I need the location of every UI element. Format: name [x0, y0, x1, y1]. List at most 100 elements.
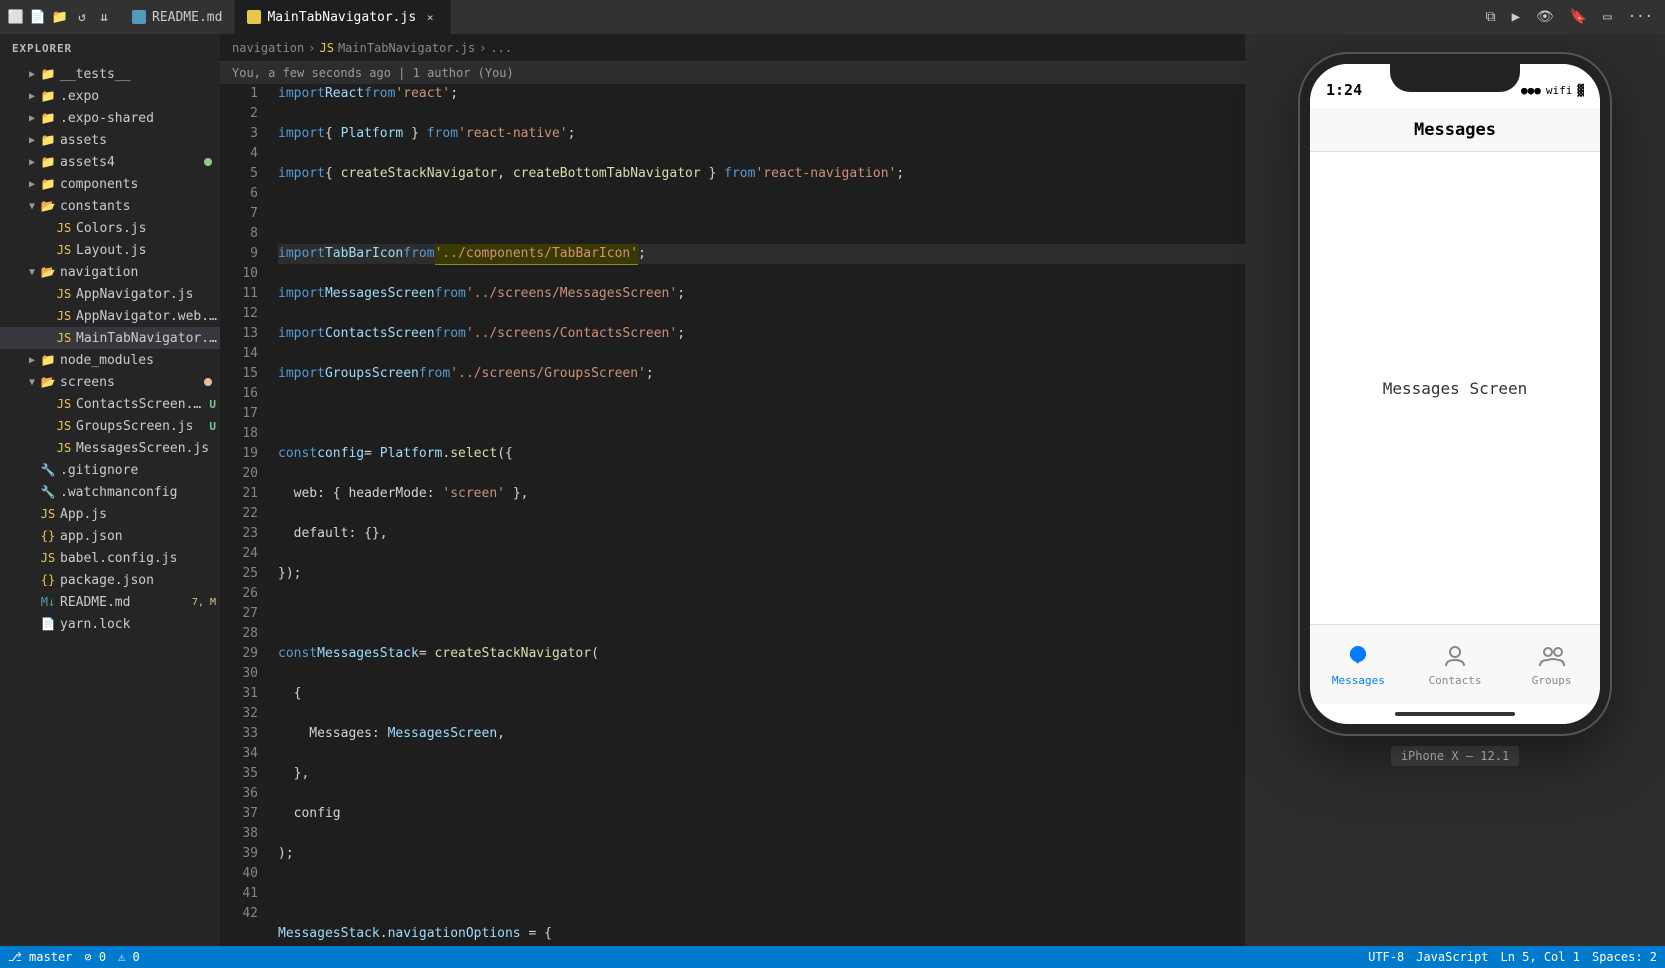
messages-tab-icon: [1344, 642, 1372, 670]
json-file-icon: {}: [40, 528, 56, 544]
js-file-icon: JS: [56, 242, 72, 258]
sidebar-item-label: MessagesScreen.js: [76, 441, 220, 456]
sidebar-item-tests[interactable]: ▶ 📁 __tests__: [0, 63, 220, 85]
sidebar-item-label: screens: [60, 375, 204, 390]
sidebar-item-groups-screen[interactable]: JS GroupsScreen.js U: [0, 415, 220, 437]
folder-icon: 📁: [40, 176, 56, 192]
preview-icon[interactable]: 👁: [1532, 9, 1558, 25]
toggle-panel-icon[interactable]: ▭: [1599, 9, 1615, 25]
collapse-icon[interactable]: ⇊: [96, 9, 112, 25]
sidebar-item-colors[interactable]: JS Colors.js: [0, 217, 220, 239]
sidebar-item-gitignore[interactable]: 🔧 .gitignore: [0, 459, 220, 481]
js-file-icon: JS: [56, 308, 72, 324]
arrow-spacer: [40, 286, 56, 302]
arrow-icon: ▶: [24, 176, 40, 192]
arrow-spacer: [24, 462, 40, 478]
sidebar-item-label: .gitignore: [60, 463, 220, 478]
sidebar-item-app-json[interactable]: {} app.json: [0, 525, 220, 547]
breadcrumb-sep2: ›: [479, 41, 486, 55]
arrow-spacer: [40, 242, 56, 258]
sidebar-item-label: babel.config.js: [60, 551, 220, 566]
git-status-dot: [204, 158, 212, 166]
git-info-bar: You, a few seconds ago | 1 author (You): [220, 62, 1245, 84]
arrow-spacer: [40, 396, 56, 412]
phone-tab-groups[interactable]: Groups: [1503, 642, 1600, 687]
sidebar-item-assets[interactable]: ▶ 📁 assets: [0, 129, 220, 151]
js-file-icon: JS: [56, 396, 72, 412]
sidebar-item-layout[interactable]: JS Layout.js: [0, 239, 220, 261]
phone-frame: 1:24 ●●● wifi ▓ Messages Messages Screen: [1300, 54, 1610, 734]
sidebar-item-screens[interactable]: ▼ 📂 screens: [0, 371, 220, 393]
new-file-icon[interactable]: 📄: [30, 9, 46, 25]
phone-tab-messages[interactable]: Messages: [1310, 642, 1407, 687]
more-icon[interactable]: ···: [1624, 9, 1657, 25]
groups-tab-icon: [1538, 642, 1566, 670]
breadcrumb-bar: navigation › JS MainTabNavigator.js › ..…: [220, 34, 1245, 62]
sidebar-item-label: assets4: [60, 155, 204, 170]
tab-maintabnavigator[interactable]: MainTabNavigator.js ×: [235, 0, 451, 34]
sidebar-item-expo[interactable]: ▶ 📁 .expo: [0, 85, 220, 107]
tab-close-button[interactable]: ×: [422, 9, 438, 25]
sidebar-item-label: ContactsScreen.js: [76, 397, 201, 412]
arrow-icon: ▶: [24, 352, 40, 368]
code-editor[interactable]: 12345 678910 1112131415 1617181920 21222…: [220, 84, 1245, 946]
sidebar-item-watchmanconfig[interactable]: 🔧 .watchmanconfig: [0, 481, 220, 503]
sidebar-item-assets4[interactable]: ▶ 📁 assets4: [0, 151, 220, 173]
git-blame-text: You, a few seconds ago | 1 author (You): [232, 66, 514, 80]
sidebar-item-appnavigator[interactable]: JS AppNavigator.js: [0, 283, 220, 305]
sidebar-item-app[interactable]: JS App.js: [0, 503, 220, 525]
tab-readme[interactable]: README.md: [120, 0, 235, 34]
arrow-spacer: [24, 506, 40, 522]
arrow-icon: ▼: [24, 198, 40, 214]
title-bar-icons: ⬜ 📄 📁 ↺ ⇊: [8, 9, 112, 25]
sidebar-item-label: components: [60, 177, 220, 192]
arrow-spacer: [24, 528, 40, 544]
sidebar-item-yarn-lock[interactable]: 📄 yarn.lock: [0, 613, 220, 635]
phone-screen-title: Messages: [1414, 120, 1496, 140]
sidebar-item-label: .expo-shared: [60, 111, 220, 126]
folder-icon: 📁: [40, 132, 56, 148]
file-icon: 📄: [40, 616, 56, 632]
sidebar-item-label: README.md: [60, 595, 182, 610]
sidebar-item-node-modules[interactable]: ▶ 📁 node_modules: [0, 349, 220, 371]
sidebar-item-label: node_modules: [60, 353, 220, 368]
phone-tab-contacts[interactable]: Contacts: [1407, 642, 1504, 687]
sidebar-item-label: AppNavigator.web.js: [76, 309, 220, 324]
phone-content-text: Messages Screen: [1383, 379, 1528, 398]
run-icon[interactable]: ▶: [1508, 9, 1524, 25]
sidebar-item-label: assets: [60, 133, 220, 148]
git-branch: ⎇ master: [8, 950, 72, 964]
phone-notch: [1390, 64, 1520, 92]
sidebar-item-label: Layout.js: [76, 243, 220, 258]
code-content[interactable]: import React from 'react'; import { Plat…: [270, 84, 1245, 946]
sidebar-item-navigation[interactable]: ▼ 📂 navigation: [0, 261, 220, 283]
battery-icon: ▓: [1577, 84, 1584, 97]
phone-tab-bar: Messages Contacts: [1310, 624, 1600, 704]
folder-icon: 📁: [40, 154, 56, 170]
folder-open-icon: 📂: [40, 264, 56, 280]
status-bar: ⎇ master ⊘ 0 ⚠ 0 UTF-8 JavaScript Ln 5, …: [0, 946, 1665, 968]
js-tab-icon: [247, 10, 261, 24]
split-editor-icon[interactable]: ⧉: [1482, 9, 1500, 25]
phone-nav-bar: Messages: [1310, 108, 1600, 152]
json-file-icon: {}: [40, 572, 56, 588]
bookmark-icon[interactable]: 🔖: [1566, 9, 1591, 25]
sidebar-item-package-json[interactable]: {} package.json: [0, 569, 220, 591]
tab-maintabnavigator-label: MainTabNavigator.js: [267, 10, 416, 25]
sidebar-item-messages-screen[interactable]: JS MessagesScreen.js: [0, 437, 220, 459]
arrow-spacer: [40, 418, 56, 434]
sidebar-item-components[interactable]: ▶ 📁 components: [0, 173, 220, 195]
sidebar-item-readme[interactable]: M↓ README.md 7, M: [0, 591, 220, 613]
sidebar-item-maintabnavigator[interactable]: JS MainTabNavigator.js: [0, 327, 220, 349]
sidebar-item-constants[interactable]: ▼ 📂 constants: [0, 195, 220, 217]
sidebar-item-babel[interactable]: JS babel.config.js: [0, 547, 220, 569]
sidebar-item-expo-shared[interactable]: ▶ 📁 .expo-shared: [0, 107, 220, 129]
new-folder-icon[interactable]: 📁: [52, 9, 68, 25]
indent-spaces: Spaces: 2: [1592, 950, 1657, 964]
sidebar-item-contacts-screen[interactable]: JS ContactsScreen.js U: [0, 393, 220, 415]
status-right: UTF-8 JavaScript Ln 5, Col 1 Spaces: 2: [1368, 950, 1657, 964]
sidebar-item-label: MainTabNavigator.js: [76, 331, 220, 346]
refresh-icon[interactable]: ↺: [74, 9, 90, 25]
sidebar-item-appnavigator-web[interactable]: JS AppNavigator.web.js: [0, 305, 220, 327]
arrow-spacer: [24, 594, 40, 610]
